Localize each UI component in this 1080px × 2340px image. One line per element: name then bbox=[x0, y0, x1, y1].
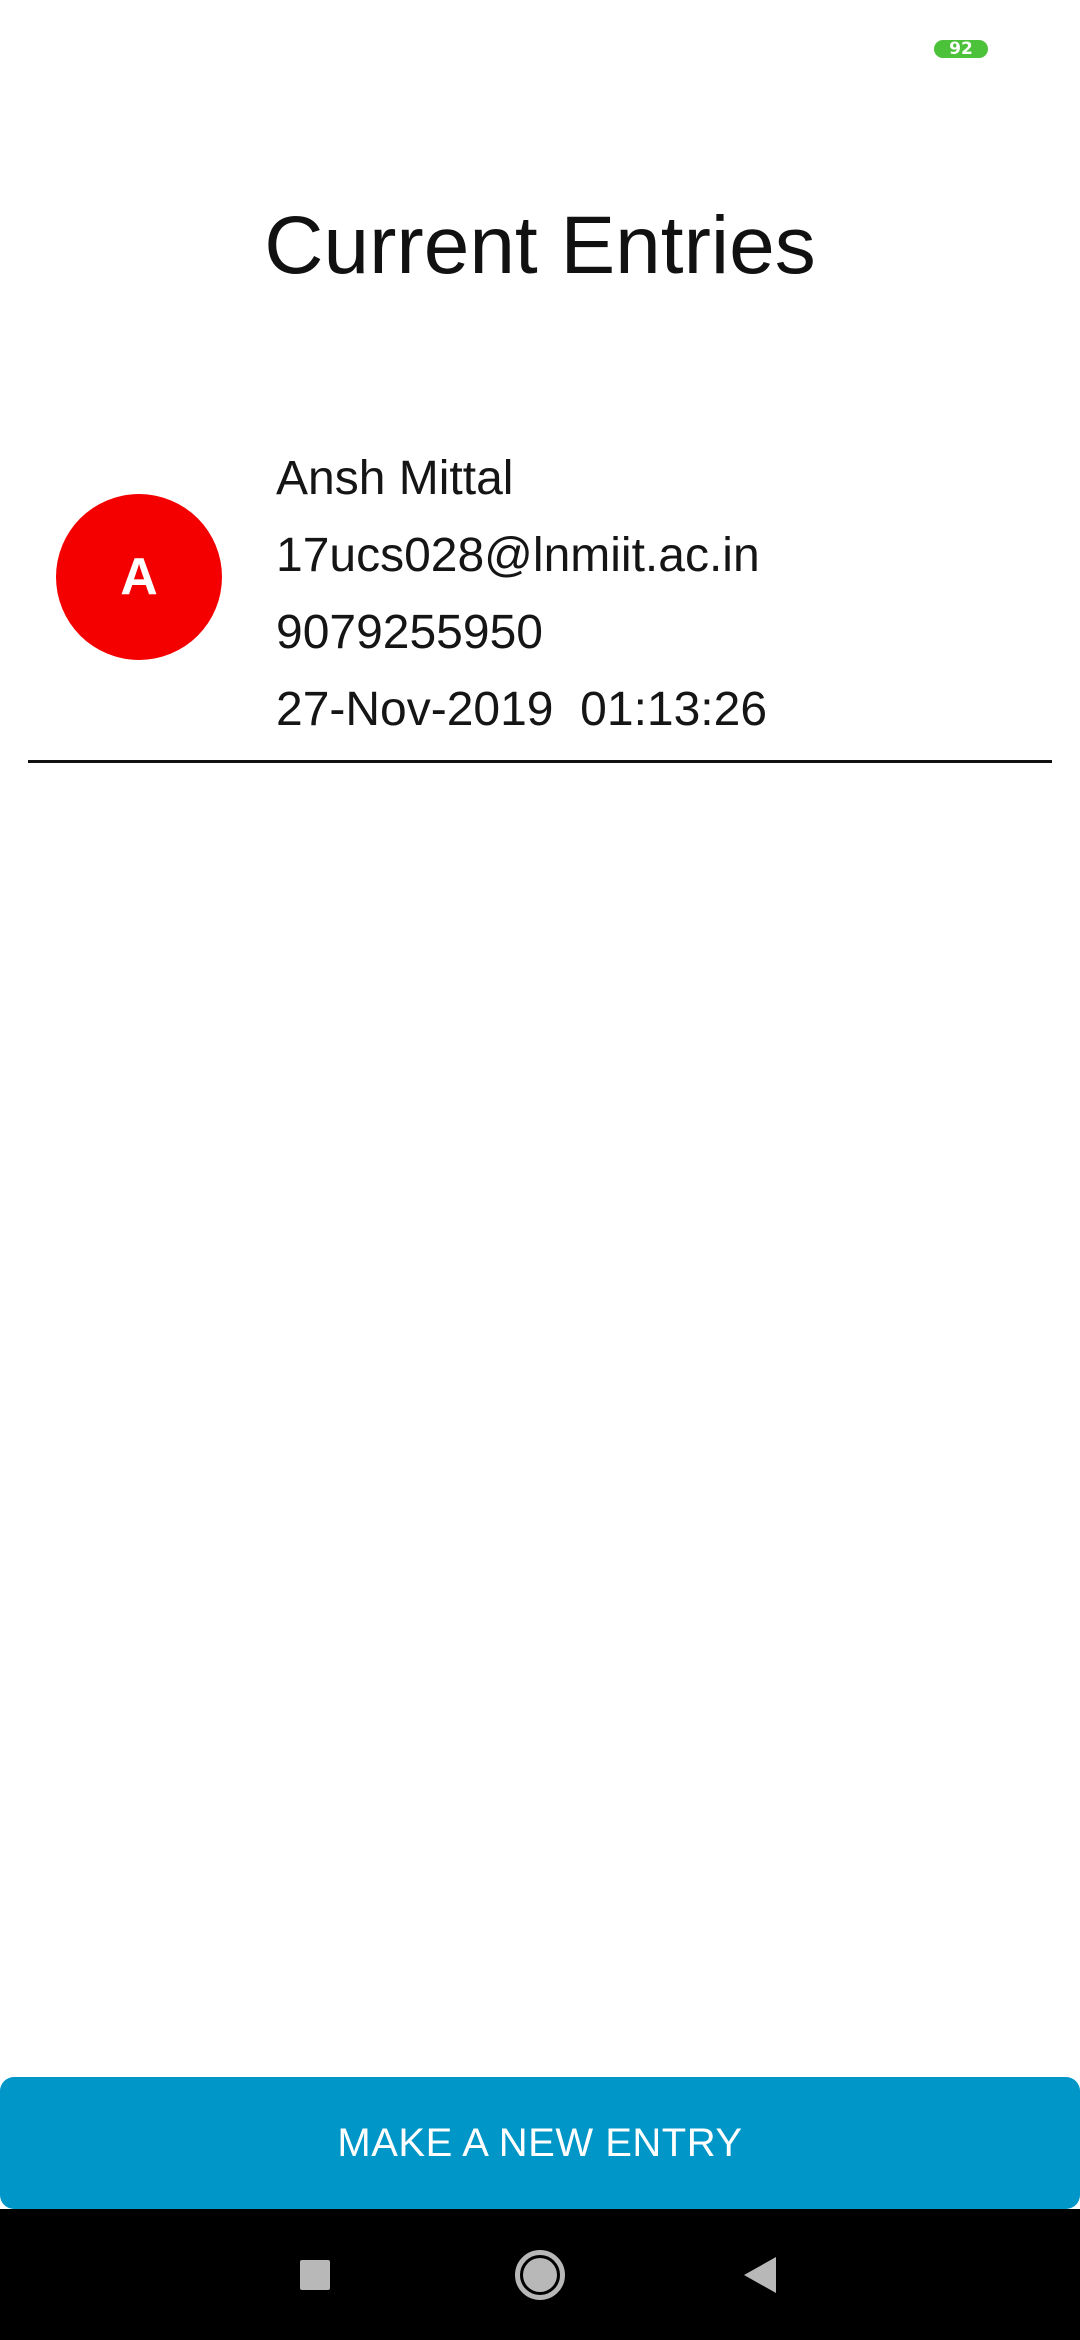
navigation-bar bbox=[0, 2209, 1080, 2340]
entry-name: Ansh Mittal bbox=[276, 452, 514, 505]
back-button[interactable] bbox=[700, 2209, 820, 2340]
triangle-back-icon bbox=[744, 2256, 776, 2293]
square-icon bbox=[300, 2259, 330, 2290]
circle-home-icon bbox=[515, 2249, 565, 2300]
avatar-initial: A bbox=[120, 548, 158, 606]
battery-level: 92 bbox=[949, 39, 973, 59]
entry-details: Ansh Mittal 17ucs028@lnmiit.ac.in 907925… bbox=[276, 440, 767, 748]
entry-divider bbox=[28, 760, 1052, 763]
entry-list-item[interactable]: A Ansh Mittal 17ucs028@lnmiit.ac.in 9079… bbox=[28, 430, 1052, 764]
home-button[interactable] bbox=[480, 2209, 600, 2340]
avatar: A bbox=[56, 494, 222, 660]
battery-icon: 92 bbox=[934, 40, 988, 58]
make-new-entry-button[interactable]: MAKE A NEW ENTRY bbox=[0, 2077, 1080, 2209]
status-bar: 92 bbox=[0, 0, 1080, 96]
recents-button[interactable] bbox=[255, 2209, 375, 2340]
page-title: Current Entries bbox=[264, 200, 816, 291]
entry-email: 17ucs028@lnmiit.ac.in bbox=[276, 529, 760, 582]
app-screen: 92 Current Entries A Ansh Mittal 17ucs02… bbox=[0, 0, 1080, 2340]
entry-phone: 9079255950 bbox=[276, 606, 543, 659]
entry-datetime: 27-Nov-2019 01:13:26 bbox=[276, 683, 768, 736]
